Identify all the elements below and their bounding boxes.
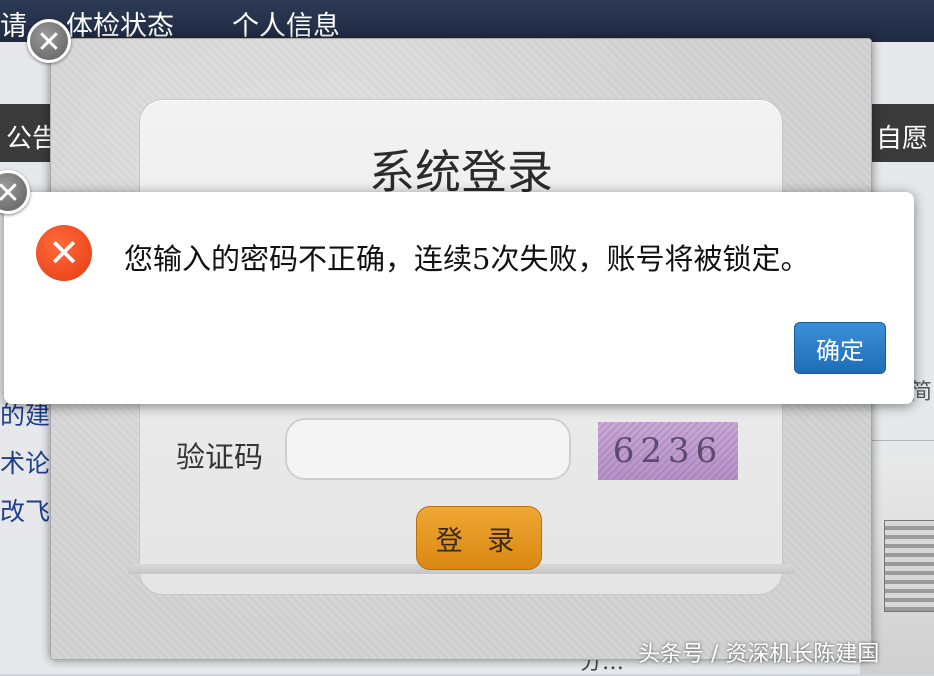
captcha-input[interactable] <box>285 418 571 480</box>
alert-dialog: ✕ 您输入的密码不正确，连续5次失败，账号将被锁定。 确定 <box>4 192 914 404</box>
error-icon: ✕ <box>36 225 92 281</box>
volunteer-label: 自愿 <box>876 124 929 154</box>
login-button[interactable]: 登 录 <box>416 506 542 570</box>
nav-item-partial[interactable]: 请 <box>0 4 27 43</box>
background-link[interactable]: 术论 <box>0 444 50 480</box>
top-navigation: 请 体检状态 个人信息 <box>0 0 934 42</box>
building-image <box>884 520 934 612</box>
ok-button[interactable]: 确定 <box>794 322 886 374</box>
alert-message: 您输入的密码不正确，连续5次失败，账号将被锁定。 <box>124 242 810 276</box>
captcha-image[interactable]: 6236 <box>598 422 738 480</box>
close-icon[interactable]: ✕ <box>27 19 71 63</box>
captcha-label: 验证码 <box>176 440 264 474</box>
background-link[interactable]: 改飞 <box>0 492 50 528</box>
watermark: 头条号 / 资深机长陈建国 <box>638 642 880 667</box>
